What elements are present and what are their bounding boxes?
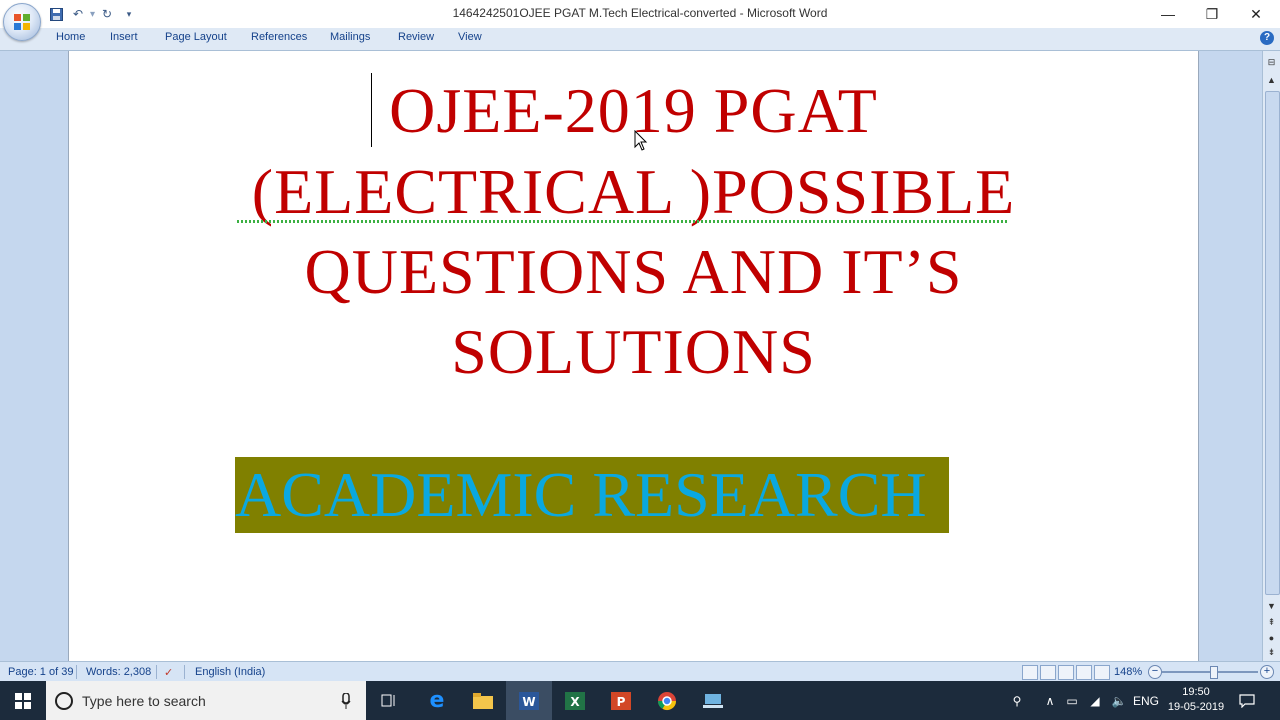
proofing-icon[interactable]: ✓ <box>164 666 173 679</box>
chrome-icon[interactable] <box>644 681 690 720</box>
tab-home[interactable]: Home <box>56 31 85 43</box>
task-view-icon[interactable] <box>366 681 412 720</box>
svg-text:W: W <box>522 695 535 709</box>
network-icon[interactable]: ◢ <box>1084 681 1106 720</box>
vertical-scrollbar[interactable]: ⊟ ▲ ▼ ⇞ ● ⇟ <box>1262 51 1280 661</box>
tab-mailings[interactable]: Mailings <box>330 31 370 43</box>
cortana-icon <box>55 692 73 710</box>
clock-date: 19-05-2019 <box>1167 701 1225 713</box>
text-caret <box>371 73 372 147</box>
word-count[interactable]: Words: 2,308 <box>86 666 151 678</box>
mouse-pointer-icon <box>634 130 648 151</box>
web-layout-view-icon[interactable] <box>1058 665 1074 680</box>
tab-references[interactable]: References <box>251 31 307 43</box>
zoom-level[interactable]: 148% <box>1114 666 1142 678</box>
select-browse-object-icon[interactable]: ● <box>1265 631 1278 645</box>
status-divider <box>76 665 77 679</box>
people-icon[interactable]: ⚲ <box>1006 681 1028 720</box>
edge-icon[interactable]: e <box>414 681 460 720</box>
battery-icon[interactable]: ▭ <box>1062 681 1082 720</box>
volume-icon[interactable]: 🔈 <box>1108 681 1130 720</box>
show-hidden-icons-icon[interactable]: ∧ <box>1040 681 1060 720</box>
banner-text: ACADEMIC RESEARCH <box>235 459 927 530</box>
svg-text:X: X <box>570 695 580 709</box>
scroll-up-icon[interactable]: ▲ <box>1265 73 1278 87</box>
scroll-thumb[interactable] <box>1265 91 1280 595</box>
action-center-icon[interactable] <box>1234 681 1260 720</box>
windows-icon <box>15 692 31 709</box>
title-bar: ↶ ▾ ↻ ▾ 1464242501OJEE PGAT M.Tech Elect… <box>0 0 1280 28</box>
scroll-down-icon[interactable]: ▼ <box>1265 599 1278 613</box>
excel-icon[interactable]: X <box>552 681 598 720</box>
heading-line-3: QUESTIONS AND IT’S <box>304 236 963 307</box>
microphone-icon[interactable] <box>341 693 351 709</box>
minimize-button[interactable]: — <box>1146 0 1190 28</box>
search-placeholder: Type here to search <box>82 693 206 709</box>
office-logo-icon <box>14 14 30 30</box>
tab-page-layout[interactable]: Page Layout <box>165 31 227 43</box>
tab-view[interactable]: View <box>458 31 482 43</box>
heading-line-4: SOLUTIONS <box>451 316 816 387</box>
remote-desktop-icon[interactable] <box>690 681 736 720</box>
ruler-toggle-icon[interactable]: ⊟ <box>1265 55 1278 69</box>
full-screen-reading-view-icon[interactable] <box>1040 665 1056 680</box>
powerpoint-icon[interactable]: P <box>598 681 644 720</box>
file-explorer-icon[interactable] <box>460 681 506 720</box>
clock[interactable]: 19:50 19-05-2019 <box>1165 685 1227 715</box>
start-button[interactable] <box>0 681 46 720</box>
zoom-slider-handle[interactable] <box>1210 666 1218 679</box>
highlighted-banner: ACADEMIC RESEARCH <box>235 457 949 533</box>
close-button[interactable]: ✕ <box>1234 0 1278 28</box>
ribbon-tabs: Home Insert Page Layout References Maili… <box>0 28 1280 51</box>
previous-page-icon[interactable]: ⇞ <box>1265 615 1278 629</box>
taskbar-search-box[interactable]: Type here to search <box>46 681 366 720</box>
svg-text:P: P <box>617 695 626 709</box>
input-language[interactable]: ENG <box>1132 681 1160 720</box>
status-bar: Page: 1 of 39 Words: 2,308 ✓ English (In… <box>0 661 1280 682</box>
status-divider <box>156 665 157 679</box>
outline-view-icon[interactable] <box>1076 665 1092 680</box>
status-divider <box>184 665 185 679</box>
grammar-squiggle <box>237 220 1007 223</box>
word-taskbar-icon[interactable]: W <box>506 681 552 720</box>
print-layout-view-icon[interactable] <box>1022 665 1038 680</box>
language-indicator[interactable]: English (India) <box>195 666 265 678</box>
window-title: 1464242501OJEE PGAT M.Tech Electrical-co… <box>452 6 828 20</box>
next-page-icon[interactable]: ⇟ <box>1265 645 1278 659</box>
taskbar: Type here to search e W X P ⚲ ∧ ▭ ◢ 🔈 EN… <box>0 681 1280 720</box>
clock-time: 19:50 <box>1182 686 1210 698</box>
restore-button[interactable]: ❐ <box>1190 0 1234 28</box>
office-button[interactable] <box>3 3 41 41</box>
zoom-in-icon[interactable]: + <box>1260 665 1274 679</box>
document-area[interactable]: OJEE-2019 PGAT (ELECTRICAL )POSSIBLE QUE… <box>0 51 1262 661</box>
help-icon[interactable]: ? <box>1260 31 1274 45</box>
draft-view-icon[interactable] <box>1094 665 1110 680</box>
zoom-out-icon[interactable]: − <box>1148 665 1162 679</box>
tab-review[interactable]: Review <box>398 31 434 43</box>
tab-insert[interactable]: Insert <box>110 31 138 43</box>
page-count[interactable]: Page: 1 of 39 <box>8 666 73 678</box>
